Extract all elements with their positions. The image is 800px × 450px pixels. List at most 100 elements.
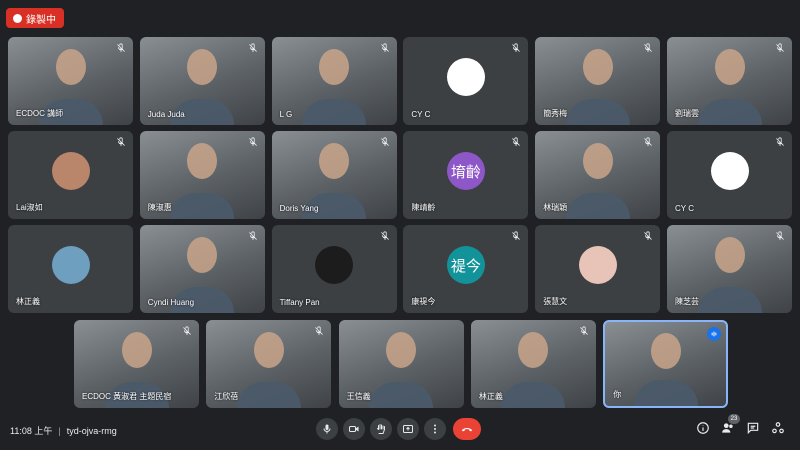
- present-button[interactable]: [397, 418, 419, 440]
- participant-tile-22[interactable]: 林正義: [470, 320, 596, 408]
- participant-tile-15[interactable]: Tiffany Pan: [271, 225, 397, 313]
- participant-name: L G: [279, 110, 293, 119]
- participant-silhouette: [518, 331, 549, 368]
- control-bar: 11:08 上午 | tyd-ojva-rmg 23: [0, 410, 800, 450]
- participant-tile-21[interactable]: 王信義: [338, 320, 464, 408]
- participant-silhouette: [187, 48, 218, 85]
- participant-tile-11[interactable]: 林瑞穎: [535, 131, 661, 219]
- mic-off-icon: [642, 230, 654, 242]
- participant-silhouette: [386, 331, 417, 368]
- participant-avatar: [51, 246, 90, 285]
- raise-hand-icon: [377, 424, 385, 434]
- mic-off-icon: [247, 230, 259, 242]
- mic-off-icon: [510, 230, 522, 242]
- hang-up-icon: [461, 427, 473, 432]
- participant-tile-1[interactable]: ECDOC 講師: [8, 37, 133, 125]
- participant-grid: ECDOC 講師 Juda Juda L G CY C 簡秀梅 劉瑞雲 Lai淑如 陳淑惠 Do…: [0, 0, 800, 410]
- participant-name: Doris Yang: [279, 204, 319, 213]
- mic-off-icon: [181, 325, 193, 337]
- more-options-button[interactable]: [424, 418, 446, 440]
- meeting-code: tyd-ojva-rmg: [66, 426, 117, 436]
- mic-button[interactable]: [316, 418, 338, 440]
- mic-off-icon: [379, 230, 391, 242]
- mic-off-icon: [115, 136, 127, 148]
- participant-shoulders: [501, 382, 566, 408]
- participant-silhouette: [650, 332, 681, 369]
- participant-tile-17[interactable]: 張慧文: [535, 225, 661, 313]
- participant-name: 張慧文: [543, 297, 568, 306]
- people-button[interactable]: 23: [720, 414, 740, 436]
- participant-tile-2[interactable]: Juda Juda: [139, 37, 265, 125]
- participant-name: Lai淑如: [16, 203, 43, 212]
- participant-name: 陳淑惠: [147, 203, 172, 212]
- recording-badge[interactable]: 錄製中: [6, 8, 64, 28]
- participant-shoulders: [170, 193, 235, 219]
- mic-off-icon: [247, 136, 259, 148]
- mic-off-icon: [642, 42, 654, 54]
- participant-tile-5[interactable]: 簡秀梅: [535, 37, 661, 125]
- mic-icon: [323, 424, 331, 434]
- participant-shoulders: [565, 193, 630, 219]
- participant-tile-14[interactable]: Cyndi Huang: [139, 225, 265, 313]
- participant-silhouette: [714, 48, 745, 85]
- participant-tile-16[interactable]: 禔今 康禔今: [403, 225, 529, 313]
- participant-tile-6[interactable]: 劉瑞雲: [667, 37, 792, 125]
- participant-tile-7[interactable]: Lai淑如: [8, 131, 133, 219]
- more-options-icon: [434, 424, 436, 434]
- participant-silhouette: [55, 48, 86, 85]
- participant-shoulders: [369, 382, 434, 408]
- participant-tile-12[interactable]: CY C: [667, 131, 792, 219]
- participant-tile-10[interactable]: 堉齡 陳靖齡: [403, 131, 529, 219]
- recording-dot-icon: [13, 13, 22, 23]
- participant-tile-9[interactable]: Doris Yang: [271, 131, 397, 219]
- mic-off-icon: [774, 136, 786, 148]
- participant-name: 簡秀梅: [543, 109, 568, 118]
- participant-silhouette: [253, 331, 284, 368]
- participant-name: 林正義: [478, 392, 503, 401]
- chat-button[interactable]: [745, 420, 761, 436]
- participant-avatar: [710, 152, 749, 191]
- camera-button[interactable]: [343, 418, 365, 440]
- mic-off-icon: [247, 42, 259, 54]
- participant-tile-18[interactable]: 陳芝芸: [667, 225, 792, 313]
- participant-shoulders: [633, 380, 698, 406]
- mic-off-icon: [115, 42, 127, 54]
- mic-off-icon: [379, 42, 391, 54]
- mic-off-icon: [642, 136, 654, 148]
- participant-tile-4[interactable]: CY C: [403, 37, 529, 125]
- participant-name: 林正義: [16, 297, 40, 306]
- participant-tile-23[interactable]: 你: [603, 320, 729, 408]
- meeting-details-button[interactable]: [695, 420, 711, 436]
- meeting-time: 11:08 上午: [10, 426, 53, 436]
- participant-tile-19[interactable]: ECDOC 黃淑君 主題民宿: [74, 320, 199, 408]
- activities-button[interactable]: [770, 420, 786, 436]
- participant-tile-13[interactable]: 林正義: [8, 225, 133, 313]
- mic-off-icon: [313, 325, 325, 337]
- participant-shoulders: [565, 99, 630, 125]
- participant-avatar: [446, 58, 485, 97]
- mic-off-icon: [510, 42, 522, 54]
- participant-silhouette: [121, 331, 152, 368]
- participant-name: 王信義: [346, 392, 371, 401]
- participant-tile-8[interactable]: 陳淑惠: [139, 131, 265, 219]
- recording-label: 錄製中: [26, 14, 56, 26]
- participant-name: 你: [613, 390, 622, 399]
- participant-shoulders: [697, 99, 762, 125]
- mic-off-icon: [510, 136, 522, 148]
- raise-hand-button[interactable]: [370, 418, 392, 440]
- meeting-separator: |: [58, 426, 61, 436]
- participant-avatar: 堉齡: [446, 152, 485, 191]
- participant-name: ECDOC 黃淑君 主題民宿: [82, 392, 172, 401]
- participant-name: CY C: [675, 204, 694, 213]
- participant-name: 陳芝芸: [675, 297, 699, 306]
- participant-shoulders: [302, 99, 367, 125]
- info-icon: [697, 422, 709, 434]
- hang-up-button[interactable]: [453, 418, 481, 440]
- participant-avatar: [51, 152, 90, 191]
- participant-tile-20[interactable]: 江欣蓓: [206, 320, 332, 408]
- participant-tile-3[interactable]: L G: [271, 37, 397, 125]
- people-count-badge: 23: [728, 414, 740, 424]
- participant-name: 劉瑞雲: [675, 109, 699, 118]
- participant-name: 林瑞穎: [543, 203, 568, 212]
- mic-off-icon: [379, 136, 391, 148]
